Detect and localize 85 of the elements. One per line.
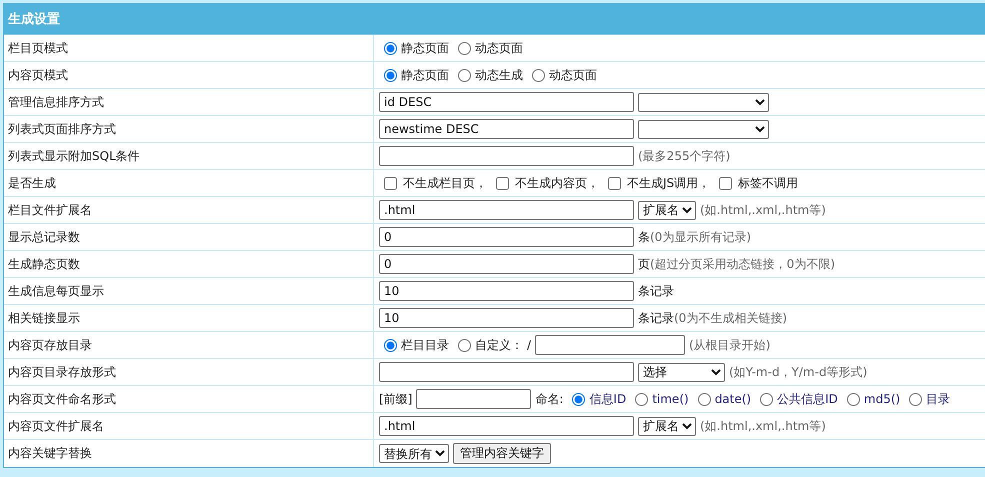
- panel-title: 生成设置: [8, 11, 60, 28]
- text-field[interactable]: [416, 389, 532, 409]
- dropdown[interactable]: [638, 92, 769, 112]
- text-field[interactable]: .html: [379, 416, 634, 436]
- unit-text: 页: [638, 256, 650, 272]
- unit-text: 条记录: [638, 282, 674, 300]
- setting-label: 内容页文件命名形式: [8, 390, 116, 408]
- hint-text: (如.html,.xml,.htm等): [700, 202, 826, 218]
- radio-label: 信息ID: [589, 390, 626, 408]
- radio-button[interactable]: [698, 392, 711, 406]
- checkbox[interactable]: [496, 176, 509, 190]
- radio-button[interactable]: [635, 392, 648, 406]
- radio-label: 栏目目录: [401, 336, 449, 354]
- radio-label: date(): [714, 392, 752, 406]
- text-field[interactable]: newstime DESC: [379, 119, 634, 139]
- setting-label: 内容页模式: [8, 66, 68, 84]
- radio-button[interactable]: [458, 42, 471, 54]
- setting-label: 内容页存放目录: [8, 336, 92, 354]
- radio-button[interactable]: [458, 338, 471, 352]
- unit-text: 条: [638, 228, 650, 246]
- radio-button[interactable]: [384, 338, 397, 352]
- radio-label: 动态页面: [475, 40, 523, 56]
- hint-text: (如Y-m-d，Y/m-d等形式): [729, 364, 868, 380]
- dropdown[interactable]: 扩展名: [638, 200, 696, 220]
- checkbox[interactable]: [384, 176, 397, 190]
- radio-label: 公共信息ID: [777, 390, 838, 408]
- radio-button[interactable]: [846, 392, 860, 406]
- hint-text: (最多255个字符): [638, 148, 730, 164]
- checkbox[interactable]: [608, 176, 621, 190]
- text-field[interactable]: 10: [379, 281, 634, 301]
- hint-text: (从根目录开始): [689, 336, 770, 354]
- text-field[interactable]: 0: [379, 227, 634, 247]
- text-field[interactable]: [379, 362, 634, 382]
- setting-label: 栏目页模式: [8, 40, 68, 56]
- text-field[interactable]: 10: [379, 308, 634, 328]
- radio-label: md5(): [864, 392, 900, 406]
- checkbox[interactable]: [719, 176, 732, 190]
- radio-button[interactable]: [458, 68, 471, 82]
- radio-button[interactable]: [760, 392, 774, 406]
- text-field[interactable]: id DESC: [379, 92, 634, 112]
- unit-text: /: [527, 338, 532, 352]
- dropdown[interactable]: [638, 120, 769, 138]
- text-field[interactable]: [535, 335, 686, 355]
- setting-label: 列表式页面排序方式: [8, 120, 116, 138]
- radio-label: time(): [652, 392, 689, 406]
- unit-text: 条记录: [638, 310, 674, 326]
- radio-button[interactable]: [909, 392, 922, 406]
- checkbox-label: 不生成内容页，: [515, 174, 599, 192]
- setting-label: 列表式显示附加SQL条件: [8, 148, 140, 164]
- dropdown[interactable]: 替换所有: [379, 444, 449, 463]
- unit-text: 命名:: [535, 390, 564, 408]
- radio-button[interactable]: [532, 68, 545, 82]
- radio-button[interactable]: [572, 392, 586, 406]
- radio-label: 目录: [926, 390, 950, 408]
- setting-label: 相关链接显示: [8, 310, 80, 326]
- hint-text: (0为不生成相关链接): [674, 310, 787, 326]
- manage-button[interactable]: 管理内容关键字: [453, 443, 551, 464]
- dropdown[interactable]: 选择: [638, 362, 725, 382]
- setting-label: 生成静态页数: [8, 256, 80, 272]
- unit-text: [前缀]: [379, 390, 412, 408]
- checkbox-label: 不生成JS调用，: [627, 174, 710, 192]
- radio-label: 动态生成: [475, 66, 523, 84]
- setting-label: 内容页目录存放形式: [8, 364, 116, 380]
- checkbox-label: 不生成栏目页，: [403, 174, 487, 192]
- radio-label: 静态页面: [401, 66, 449, 84]
- dropdown[interactable]: 扩展名: [638, 416, 696, 436]
- setting-label: 显示总记录数: [8, 228, 80, 246]
- hint-text: (超过分页采用动态链接，0为不限): [650, 256, 835, 272]
- radio-label: 静态页面: [401, 40, 449, 56]
- radio-button[interactable]: [384, 42, 397, 54]
- text-field[interactable]: .html: [379, 200, 634, 220]
- text-field[interactable]: [379, 146, 634, 166]
- setting-label: 内容页文件扩展名: [8, 418, 104, 434]
- hint-text: (如.html,.xml,.htm等): [700, 418, 826, 434]
- radio-button[interactable]: [384, 68, 397, 82]
- setting-label: 生成信息每页显示: [8, 282, 104, 300]
- checkbox-label: 标签不调用: [738, 174, 798, 192]
- setting-label: 是否生成: [8, 174, 56, 192]
- radio-label: 自定义：: [475, 336, 523, 354]
- setting-label: 管理信息排序方式: [8, 94, 104, 110]
- setting-label: 内容关键字替换: [8, 445, 92, 462]
- setting-label: 栏目文件扩展名: [8, 202, 92, 218]
- radio-label: 动态页面: [549, 66, 597, 84]
- hint-text: (0为显示所有记录): [650, 228, 751, 246]
- text-field[interactable]: 0: [379, 254, 634, 274]
